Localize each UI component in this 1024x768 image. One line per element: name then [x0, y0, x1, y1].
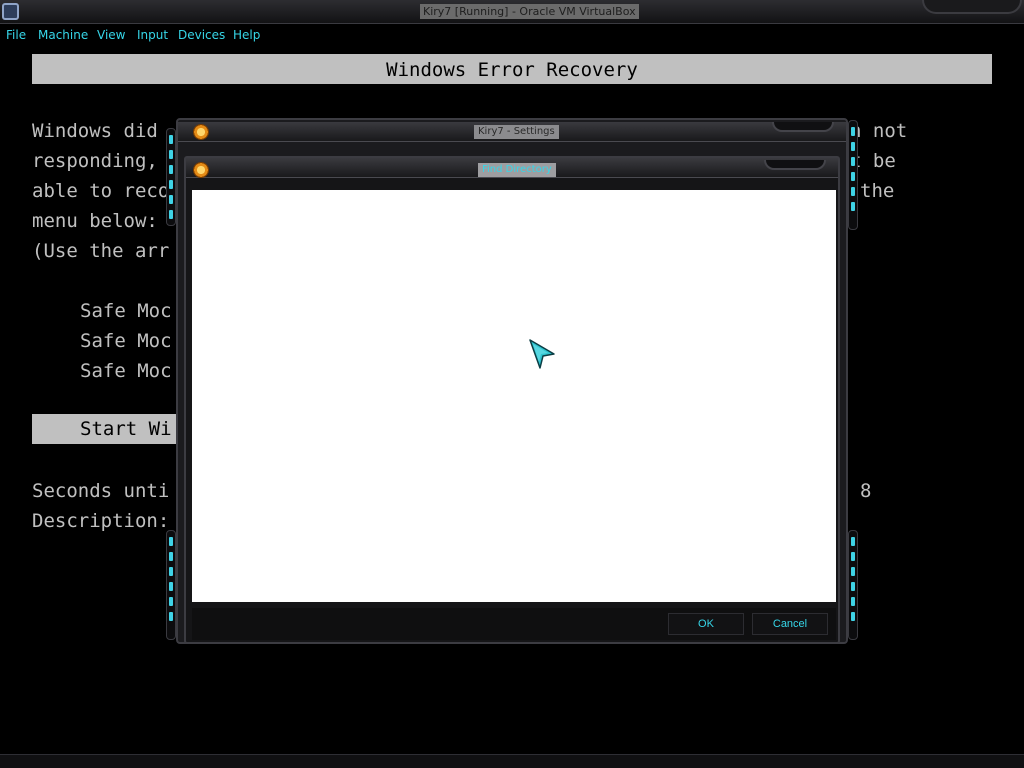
recovery-option-start-windows[interactable]: Start Wi — [80, 418, 172, 440]
menu-input[interactable]: Input — [137, 27, 168, 43]
menu-machine[interactable]: Machine — [38, 27, 88, 43]
settings-dialog-title: Kiry7 - Settings — [474, 125, 559, 139]
recovery-line-2-left: responding, — [32, 150, 158, 172]
vbox-titlebar[interactable]: Kiry7 [Running] - Oracle VM VirtualBox — [0, 0, 1024, 24]
dialog-button-bar: OK Cancel — [192, 608, 836, 640]
recovery-header-bar: Windows Error Recovery — [32, 54, 992, 84]
left-lower-light-strip — [166, 530, 176, 640]
recovery-countdown-value: 8 — [860, 480, 872, 502]
recovery-line-4-left: menu below: — [32, 210, 158, 232]
right-lower-light-strip — [848, 530, 858, 640]
sun-icon — [193, 162, 209, 178]
left-upper-light-strip — [166, 128, 176, 226]
recovery-line-3-left: able to reco — [32, 180, 170, 202]
find-dialog-titlebar[interactable]: Find Directory — [186, 158, 838, 178]
find-caption-buttons[interactable] — [764, 160, 826, 170]
find-directory-dialog[interactable]: Find Directory OK Cancel — [184, 156, 840, 644]
recovery-description-label: Description: — [32, 510, 170, 532]
recovery-title: Windows Error Recovery — [386, 59, 638, 81]
recovery-line-1-right: n not — [850, 120, 908, 142]
recovery-line-3-right: the — [860, 180, 895, 202]
recovery-option-safe-mode-3[interactable]: Safe Moc — [80, 360, 172, 382]
menu-devices[interactable]: Devices — [178, 27, 225, 43]
window-caption-buttons[interactable] — [922, 0, 1022, 14]
cancel-button[interactable]: Cancel — [752, 613, 828, 635]
right-upper-light-strip — [848, 120, 858, 230]
host-status-strip — [0, 754, 1024, 768]
menu-bar: File Machine View Input Devices Help — [0, 24, 1024, 46]
window-title: Kiry7 [Running] - Oracle VM VirtualBox — [420, 4, 639, 19]
recovery-line-5-left: (Use the arr — [32, 240, 170, 262]
recovery-countdown-label: Seconds unti — [32, 480, 170, 502]
ok-button[interactable]: OK — [668, 613, 744, 635]
recovery-option-safe-mode-1[interactable]: Safe Moc — [80, 300, 172, 322]
arrow-cursor-icon — [529, 339, 555, 369]
settings-dialog-titlebar[interactable]: Kiry7 - Settings — [178, 122, 846, 142]
find-dialog-title: Find Directory — [478, 163, 556, 177]
sun-icon — [193, 124, 209, 140]
recovery-line-1-left: Windows did — [32, 120, 158, 142]
virtualbox-logo-icon — [2, 3, 19, 20]
folder-tree-area[interactable] — [192, 190, 836, 602]
menu-help[interactable]: Help — [233, 27, 260, 43]
menu-view[interactable]: View — [97, 27, 125, 43]
settings-caption-buttons[interactable] — [772, 122, 834, 132]
menu-file[interactable]: File — [6, 27, 26, 43]
recovery-option-safe-mode-2[interactable]: Safe Moc — [80, 330, 172, 352]
